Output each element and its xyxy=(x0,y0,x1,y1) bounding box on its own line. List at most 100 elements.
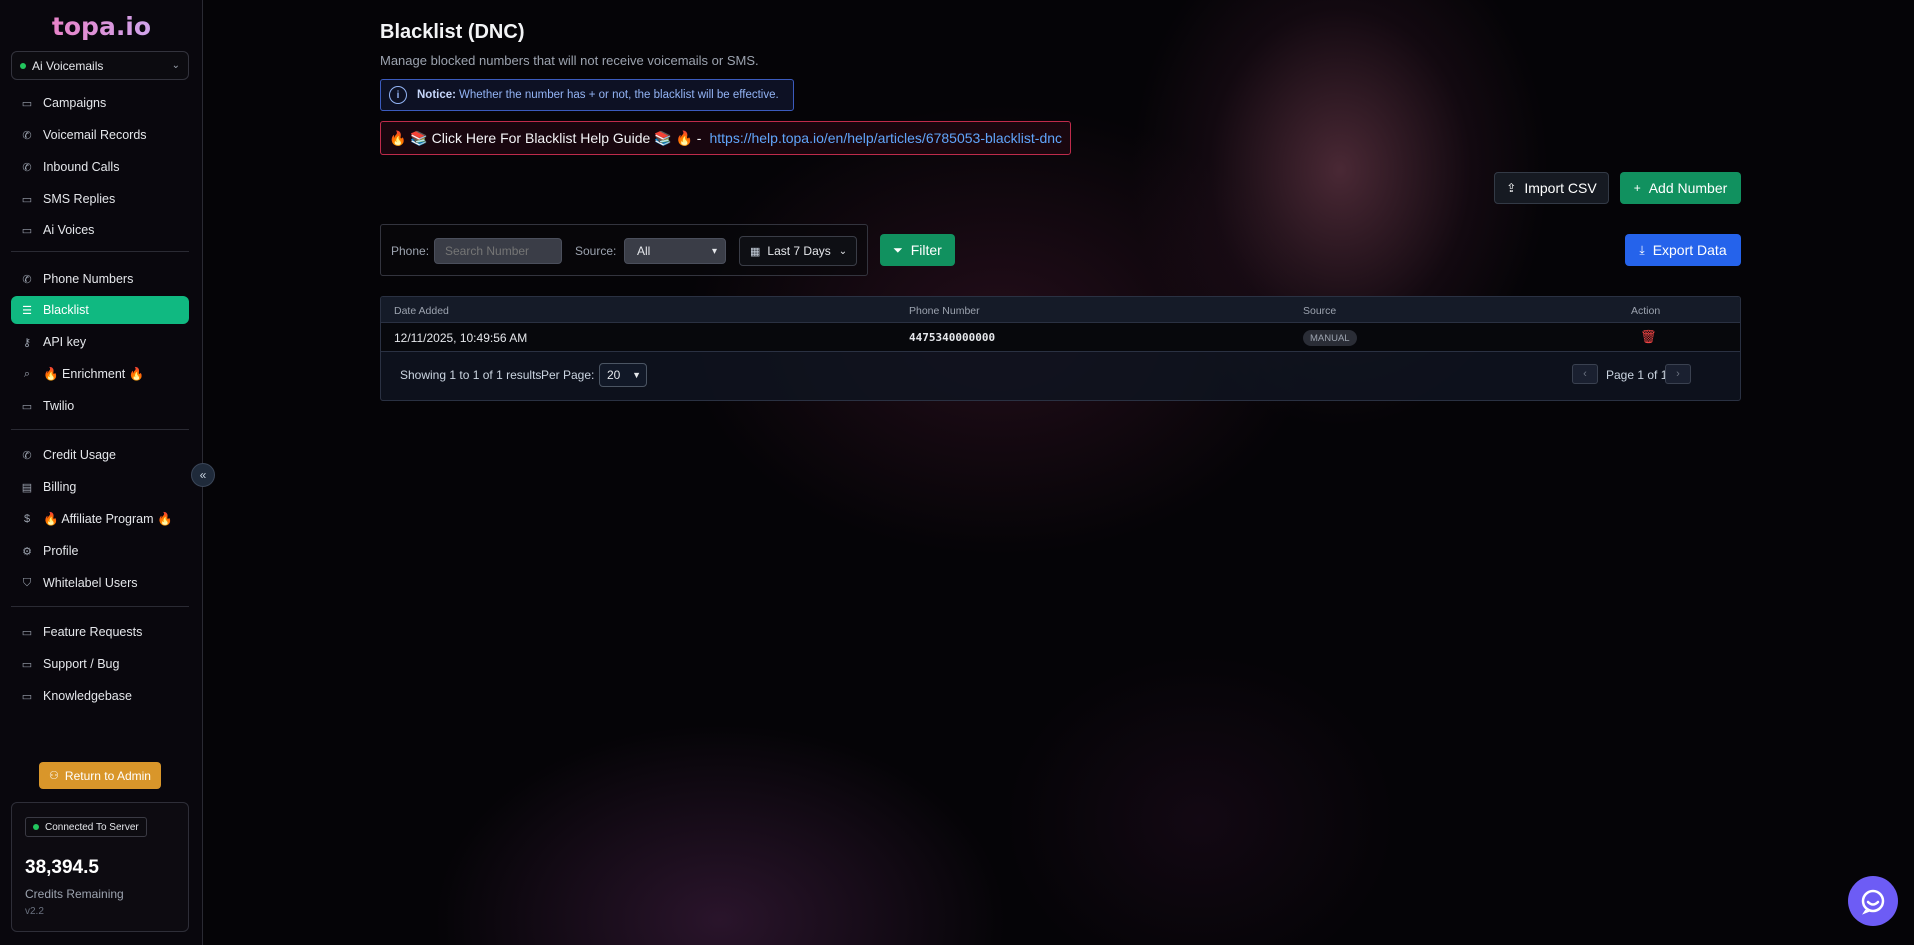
chevron-down-icon: ⌄ xyxy=(171,60,180,71)
sidebar-item-label: Ai Voices xyxy=(43,223,95,237)
sidebar-item-profile[interactable]: ⚙ Profile xyxy=(11,537,189,565)
sidebar-item-ai-voices[interactable]: ▭ Ai Voices xyxy=(11,216,189,244)
dollar-icon: $ xyxy=(23,513,31,525)
chevron-down-icon: ⌄ xyxy=(838,245,848,257)
sidebar-item-label: Support / Bug xyxy=(43,657,120,671)
funnel-icon: ⏷ xyxy=(893,242,903,257)
brand-logo[interactable]: topa.io xyxy=(0,12,203,41)
chevron-left-icon: ‹ xyxy=(1583,368,1587,380)
message-square-icon: ▭ xyxy=(21,97,33,110)
sidebar-item-whitelabel-users[interactable]: ⛉ Whitelabel Users xyxy=(11,569,189,597)
chat-support-button[interactable] xyxy=(1848,876,1898,926)
column-header-date-added: Date Added xyxy=(394,305,449,317)
column-header-source: Source xyxy=(1303,305,1337,317)
sidebar: topa.io Ai Voicemails ⌄ ▭ Campaigns ✆ Vo… xyxy=(0,0,203,945)
export-data-button[interactable]: ⤓ Export Data xyxy=(1625,234,1741,266)
connection-status-label: Connected To Server xyxy=(45,821,139,833)
sidebar-item-label: Knowledgebase xyxy=(43,689,132,703)
sidebar-item-label: Feature Requests xyxy=(43,625,143,639)
date-range-picker[interactable]: ▦ Last 7 Days ⌄ xyxy=(739,236,857,266)
source-filter-label: Source: xyxy=(575,244,617,258)
source-select-value: All xyxy=(637,244,651,258)
sidebar-item-twilio[interactable]: ▭ Twilio xyxy=(11,392,189,420)
sidebar-item-blacklist[interactable]: ☰ Blacklist xyxy=(11,296,189,324)
per-page-select[interactable]: 20 ▼ xyxy=(599,363,647,387)
filter-button[interactable]: ⏷ Filter xyxy=(880,234,955,266)
sidebar-item-feature-requests[interactable]: ▭ Feature Requests xyxy=(11,618,189,646)
upload-icon: ⇪ xyxy=(1506,181,1517,195)
sidebar-item-label: Whitelabel Users xyxy=(43,576,138,590)
collapse-sidebar-button[interactable]: « xyxy=(191,463,215,487)
phone-icon: ✆ xyxy=(22,129,32,142)
cell-phone-number: 4475340000000 xyxy=(909,331,996,344)
source-badge: MANUAL xyxy=(1303,330,1357,346)
credits-value: 38,394.5 xyxy=(25,857,99,878)
sidebar-item-inbound-calls[interactable]: ✆ Inbound Calls xyxy=(11,153,189,181)
download-icon: ⤓ xyxy=(1639,242,1645,257)
message-square-icon: ▭ xyxy=(21,224,33,237)
help-guide-link[interactable]: https://help.topa.io/en/help/articles/67… xyxy=(709,130,1062,146)
sidebar-item-voicemail-records[interactable]: ✆ Voicemail Records xyxy=(11,121,189,149)
sidebar-item-label: API key xyxy=(43,335,87,349)
chat-icon xyxy=(1861,889,1885,915)
credits-card: Connected To Server 38,394.5 Credits Rem… xyxy=(11,802,189,932)
shield-icon: ⛉ xyxy=(22,576,32,589)
workspace-label: Ai Voicemails xyxy=(32,58,104,73)
sidebar-item-credit-usage[interactable]: ✆ Credit Usage xyxy=(11,441,189,469)
sidebar-divider xyxy=(11,606,189,607)
sidebar-item-label: Billing xyxy=(43,480,77,494)
sidebar-item-api-key[interactable]: ⚷ API key xyxy=(11,328,189,356)
workspace-select[interactable]: Ai Voicemails ⌄ xyxy=(11,51,189,80)
chevron-down-icon: ▾ xyxy=(711,245,717,257)
sidebar-item-campaigns[interactable]: ▭ Campaigns xyxy=(11,89,189,117)
sidebar-item-affiliate-program[interactable]: $ 🔥 Affiliate Program 🔥 xyxy=(11,505,189,533)
import-csv-button[interactable]: ⇪ Import CSV xyxy=(1494,172,1609,204)
sidebar-item-label: Inbound Calls xyxy=(43,160,120,174)
next-page-button[interactable]: › xyxy=(1665,364,1691,384)
return-to-admin-label: Return to Admin xyxy=(64,768,151,783)
trash-icon[interactable]: 🗑 xyxy=(1640,329,1657,345)
sidebar-item-support-bug[interactable]: ▭ Support / Bug xyxy=(11,650,189,678)
info-icon: i xyxy=(389,86,407,104)
cell-date-added: 12/11/2025, 10:49:56 AM xyxy=(394,331,528,345)
sidebar-divider xyxy=(11,251,189,252)
phone-search-input[interactable] xyxy=(434,238,562,264)
plus-icon: + xyxy=(1633,181,1641,195)
import-csv-label: Import CSV xyxy=(1524,180,1597,196)
add-number-button[interactable]: + Add Number xyxy=(1620,172,1741,204)
return-to-admin-button[interactable]: ⚇ Return to Admin xyxy=(39,762,161,789)
sidebar-item-label: SMS Replies xyxy=(43,192,116,206)
help-guide-text: 🔥 📚 Click Here For Blacklist Help Guide … xyxy=(389,129,702,146)
sidebar-item-phone-numbers[interactable]: ✆ Phone Numbers xyxy=(11,265,189,293)
message-square-icon: ▭ xyxy=(21,193,33,206)
sidebar-item-sms-replies[interactable]: ▭ SMS Replies xyxy=(11,185,189,213)
sidebar-item-label: Campaigns xyxy=(43,96,107,110)
help-guide-banner: 🔥 📚 Click Here For Blacklist Help Guide … xyxy=(380,121,1071,155)
add-number-label: Add Number xyxy=(1648,180,1728,196)
page-subtitle: Manage blocked numbers that will not rec… xyxy=(380,53,759,68)
prev-page-button[interactable]: ‹ xyxy=(1572,364,1598,384)
sidebar-item-label: Credit Usage xyxy=(43,448,116,462)
connection-status-badge: Connected To Server xyxy=(25,817,147,837)
sidebar-item-enrichment[interactable]: ⌕ 🔥 Enrichment 🔥 xyxy=(11,360,189,388)
phone-icon: ✆ xyxy=(22,161,32,174)
user-icon: ⚇ xyxy=(49,770,59,782)
phone-icon: ✆ xyxy=(22,273,32,286)
sidebar-item-label: 🔥 Affiliate Program 🔥 xyxy=(43,511,173,526)
column-header-action: Action xyxy=(1631,305,1661,317)
sidebar-divider xyxy=(11,429,189,430)
page-info: Page 1 of 1 xyxy=(1606,368,1668,382)
credits-label: Credits Remaining xyxy=(25,887,124,901)
sidebar-item-billing[interactable]: ▤ Billing xyxy=(11,473,189,501)
message-square-icon: ▭ xyxy=(21,400,33,413)
message-square-icon: ▭ xyxy=(21,626,33,639)
sidebar-item-label: 🔥 Enrichment 🔥 xyxy=(43,366,145,381)
notice-text: Whether the number has + or not, the bla… xyxy=(458,89,779,101)
sidebar-item-label: Blacklist xyxy=(43,303,89,317)
source-select[interactable]: All ▾ xyxy=(624,238,726,264)
calendar-icon: ▦ xyxy=(750,245,761,258)
chevrons-left-icon: « xyxy=(199,468,207,482)
sidebar-item-knowledgebase[interactable]: ▭ Knowledgebase xyxy=(11,682,189,710)
chevron-right-icon: › xyxy=(1676,368,1680,380)
results-summary: Showing 1 to 1 of 1 results xyxy=(400,368,542,382)
